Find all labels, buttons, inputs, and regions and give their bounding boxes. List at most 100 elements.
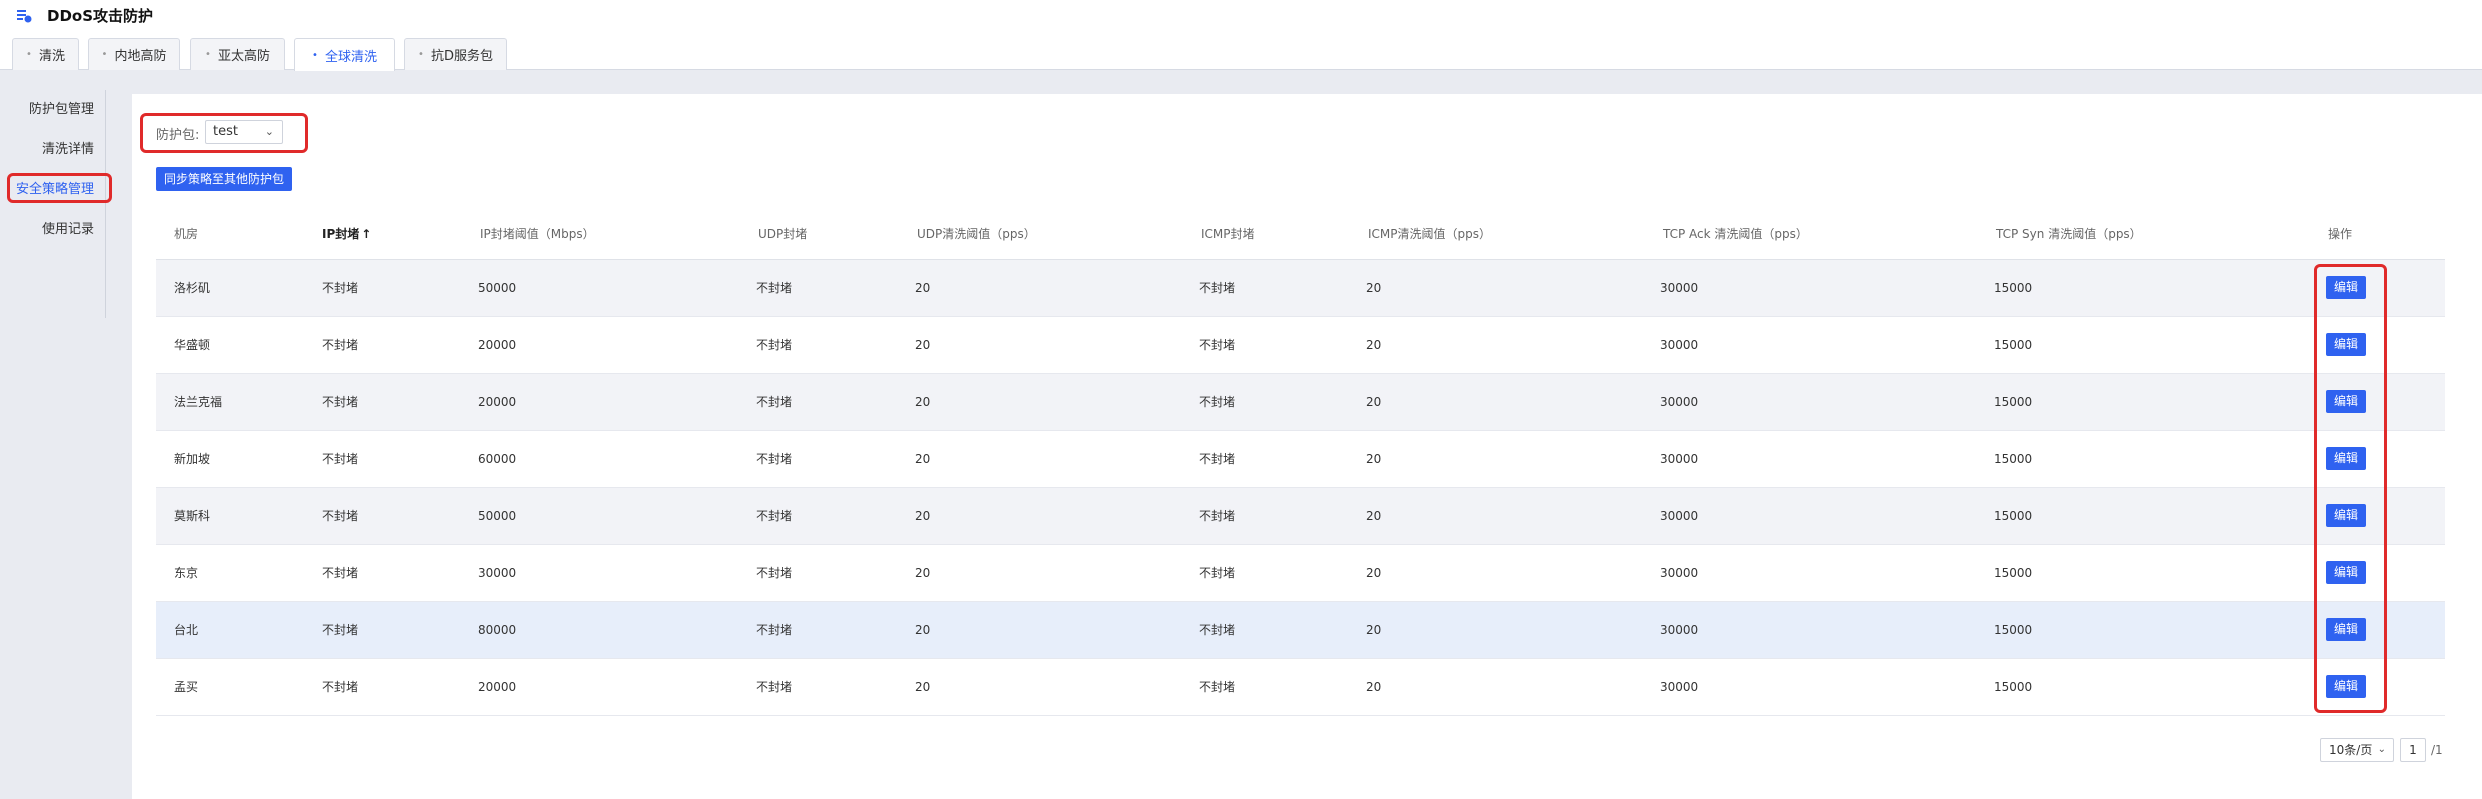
highlight-box-sidebar (7, 173, 112, 203)
table-cell: 新加坡 (174, 452, 211, 466)
tab-qingxi[interactable]: • 清洗 (12, 38, 79, 70)
table-cell: 不封堵 (756, 338, 793, 352)
table-cell: 20 (1366, 452, 1382, 466)
table-cell: 30000 (1660, 452, 1699, 466)
table-cell: 30000 (1660, 566, 1699, 580)
tab-dot-icon: • (205, 49, 211, 60)
table-cell: 20 (915, 566, 931, 580)
chevron-down-icon: ⌄ (2377, 744, 2386, 755)
table-cell: 不封堵 (1199, 680, 1236, 694)
ddos-shield-icon (17, 10, 32, 23)
table-cell: 50000 (478, 509, 517, 523)
table-cell: 15000 (1994, 281, 2033, 295)
table-cell: 20 (915, 452, 931, 466)
column-header: UDP清洗阈值（pps） (917, 227, 1036, 241)
table-cell: 15000 (1994, 623, 2033, 637)
table-header: 机房 IP封堵 ↑ IP封堵阈值（Mbps） UDP封堵 UDP清洗阈值（pps）… (156, 208, 2445, 260)
highlight-box-operations (2314, 264, 2387, 713)
table-cell: 不封堵 (1199, 395, 1236, 409)
table-cell: 20 (915, 680, 931, 694)
table-cell: 20 (1366, 566, 1382, 580)
tab-dot-icon: • (101, 49, 108, 60)
table-cell: 20 (1366, 623, 1382, 637)
table-cell: 东京 (174, 566, 199, 580)
column-header: TCP Ack 清洗阈值（pps） (1663, 227, 1808, 241)
package-label: 防护包: (156, 128, 200, 143)
table-cell: 不封堵 (322, 680, 359, 694)
table-row: 台北 不封堵 80000 不封堵 20 不封堵 20 30000 15000 编辑 (156, 602, 2445, 659)
table-cell: 15000 (1994, 338, 2033, 352)
tab-label: 亚太高防 (217, 49, 270, 64)
table-cell: 不封堵 (322, 509, 359, 523)
table-cell: 20000 (478, 395, 517, 409)
page-total: /1 (2431, 743, 2443, 757)
app-header: DDoS攻击防护 • 清洗 • 内地高防 • 亚太高防 • 全球清洗 • 抗D服务包 (0, 0, 2482, 71)
tab-dot-icon: • (26, 49, 32, 60)
sidebar-item-package-management[interactable]: 防护包管理 (0, 98, 106, 122)
table-cell: 30000 (1660, 395, 1699, 409)
table-row: 法兰克福 不封堵 20000 不封堵 20 不封堵 20 30000 15000 编辑 (156, 374, 2445, 431)
sort-arrow-icon: ↑ (361, 227, 372, 241)
tab-dot-icon: • (312, 49, 318, 61)
sidebar-item-scrubbing-details[interactable]: 清洗详情 (0, 138, 106, 162)
table-row: 华盛顿 不封堵 20000 不封堵 20 不封堵 20 30000 15000 编辑 (156, 317, 2445, 374)
sidebar-item-usage-records[interactable]: 使用记录 (0, 218, 106, 242)
table-row: 孟买 不封堵 20000 不封堵 20 不封堵 20 30000 15000 编辑 (156, 659, 2445, 716)
column-header-label: IP封堵 (322, 227, 360, 241)
sidebar-divider (105, 90, 106, 318)
table-cell: 不封堵 (1199, 623, 1236, 637)
column-header: UDP封堵 (758, 227, 808, 241)
table-cell: 莫斯科 (174, 509, 211, 523)
column-header-sortable[interactable]: IP封堵 ↑ (322, 208, 371, 260)
table-cell: 法兰克福 (174, 395, 223, 409)
table-cell: 不封堵 (756, 680, 793, 694)
table-cell: 不封堵 (756, 623, 793, 637)
table-cell: 20 (915, 623, 931, 637)
table-cell: 不封堵 (322, 566, 359, 580)
column-header: 机房 (174, 227, 199, 241)
table-cell: 不封堵 (322, 452, 359, 466)
table-cell: 30000 (478, 566, 517, 580)
table-cell: 15000 (1994, 395, 2033, 409)
table-row: 东京 不封堵 30000 不封堵 20 不封堵 20 30000 15000 编辑 (156, 545, 2445, 602)
tab-yatai-gaofang[interactable]: • 亚太高防 (190, 38, 285, 70)
tab-neidi-gaofang[interactable]: • 内地高防 (88, 38, 180, 70)
table-cell: 15000 (1994, 509, 2033, 523)
table-cell: 不封堵 (756, 452, 793, 466)
table-cell: 50000 (478, 281, 517, 295)
table-cell: 15000 (1994, 452, 2033, 466)
table-cell: 30000 (1660, 509, 1699, 523)
column-header: ICMP清洗阈值（pps） (1368, 227, 1491, 241)
table-cell: 20000 (478, 338, 517, 352)
table-cell: 30000 (1660, 623, 1699, 637)
package-select[interactable]: test ⌄ (205, 120, 283, 144)
table-cell: 不封堵 (322, 338, 359, 352)
table-cell: 60000 (478, 452, 517, 466)
table-cell: 不封堵 (1199, 281, 1236, 295)
tab-label: 清洗 (38, 49, 65, 64)
column-header: TCP Syn 清洗阈值（pps） (1996, 227, 2142, 241)
table-cell: 不封堵 (756, 566, 793, 580)
page-size-value: 10条/页 (2329, 743, 2373, 757)
tab-label: 内地高防 (114, 49, 167, 64)
table-cell: 30000 (1660, 281, 1699, 295)
table-cell: 20 (1366, 395, 1382, 409)
page-size-select[interactable]: 10条/页 ⌄ (2320, 738, 2394, 762)
table-cell: 80000 (478, 623, 517, 637)
table-cell: 20 (1366, 509, 1382, 523)
table-cell: 不封堵 (322, 623, 359, 637)
table-cell: 台北 (174, 623, 199, 637)
tab-global-scrubbing[interactable]: • 全球清洗 (294, 38, 395, 71)
table-cell: 30000 (1660, 338, 1699, 352)
table-cell: 洛杉矶 (174, 281, 211, 295)
tab-anti-ddos-package[interactable]: • 抗D服务包 (404, 38, 507, 70)
table-cell: 孟买 (174, 680, 199, 694)
sync-policy-button[interactable]: 同步策略至其他防护包 (156, 167, 292, 191)
table-cell: 不封堵 (322, 281, 359, 295)
table-cell: 不封堵 (1199, 452, 1236, 466)
table-row: 洛杉矶 不封堵 50000 不封堵 20 不封堵 20 30000 15000 编辑 (156, 260, 2445, 317)
table-cell: 20 (915, 509, 931, 523)
column-header: IP封堵阈值（Mbps） (480, 227, 595, 241)
chevron-down-icon: ⌄ (264, 125, 274, 138)
page-number-input[interactable]: 1 (2400, 738, 2426, 762)
